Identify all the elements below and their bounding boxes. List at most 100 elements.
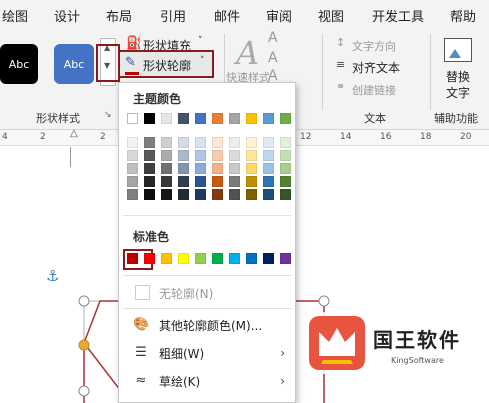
shape-style-blue[interactable]: Abc — [54, 44, 94, 84]
theme-shade-swatch[interactable] — [229, 137, 240, 148]
theme-shade-swatch[interactable] — [263, 150, 274, 161]
theme-shade-swatch[interactable] — [178, 163, 189, 174]
theme-shade-swatch[interactable] — [263, 137, 274, 148]
create-link-label[interactable]: 创建链接 — [352, 82, 396, 98]
theme-shade-swatch[interactable] — [144, 150, 155, 161]
theme-shade-swatch[interactable] — [127, 150, 138, 161]
theme-shade-swatch[interactable] — [144, 137, 155, 148]
standard-color-swatch[interactable] — [195, 253, 206, 264]
text-outline-icon[interactable]: A — [268, 50, 278, 66]
theme-color-swatch[interactable] — [178, 113, 189, 124]
text-fill-icon[interactable]: A — [268, 30, 278, 46]
theme-shade-swatch[interactable] — [127, 163, 138, 174]
theme-shade-swatch[interactable] — [144, 189, 155, 200]
standard-color-swatch[interactable] — [127, 253, 138, 264]
theme-shade-swatch[interactable] — [161, 137, 172, 148]
weight-item[interactable]: ☰ 粗细(W) › — [119, 339, 295, 367]
theme-shade-swatch[interactable] — [178, 176, 189, 187]
no-outline-item[interactable]: 无轮廓(N) — [119, 279, 295, 307]
theme-color-swatch[interactable] — [229, 113, 240, 124]
theme-shade-swatch[interactable] — [178, 137, 189, 148]
standard-color-swatch[interactable] — [280, 253, 291, 264]
standard-color-swatch[interactable] — [178, 253, 189, 264]
tab-review[interactable]: 审阅 — [266, 6, 292, 25]
theme-shade-swatch[interactable] — [280, 163, 291, 174]
tab-layout[interactable]: 布局 — [106, 6, 132, 25]
tab-developer[interactable]: 开发工具 — [372, 6, 424, 25]
theme-shade-swatch[interactable] — [280, 176, 291, 187]
theme-shade-swatch[interactable] — [212, 176, 223, 187]
theme-color-swatch[interactable] — [144, 113, 155, 124]
theme-shade-swatch[interactable] — [161, 176, 172, 187]
align-text-label[interactable]: 对齐文本 — [352, 59, 400, 76]
text-direction-label[interactable]: 文字方向 — [352, 38, 396, 54]
theme-shade-swatch[interactable] — [280, 189, 291, 200]
theme-shade-swatch[interactable] — [127, 176, 138, 187]
theme-shade-swatch[interactable] — [178, 189, 189, 200]
theme-shade-swatch[interactable] — [195, 137, 206, 148]
alt-text-icon[interactable] — [444, 38, 472, 62]
theme-color-swatch[interactable] — [161, 113, 172, 124]
tab-draw[interactable]: 绘图 — [2, 6, 28, 25]
theme-shade-swatch[interactable] — [144, 163, 155, 174]
theme-shade-swatch[interactable] — [195, 163, 206, 174]
theme-shade-swatch[interactable] — [195, 150, 206, 161]
theme-shade-swatch[interactable] — [144, 176, 155, 187]
theme-shade-swatch[interactable] — [212, 163, 223, 174]
wordart-icon[interactable]: A — [236, 34, 259, 72]
theme-shade-swatch[interactable] — [229, 189, 240, 200]
theme-shade-swatch[interactable] — [263, 189, 274, 200]
theme-shade-swatch[interactable] — [212, 189, 223, 200]
theme-shade-swatch[interactable] — [161, 163, 172, 174]
theme-color-swatch[interactable] — [127, 113, 138, 124]
tab-design[interactable]: 设计 — [54, 6, 80, 25]
standard-color-swatch[interactable] — [161, 253, 172, 264]
theme-color-swatch[interactable] — [212, 113, 223, 124]
more-colors-item[interactable]: 🎨 其他轮廓颜色(M)... — [119, 311, 295, 339]
tab-references[interactable]: 引用 — [160, 6, 186, 25]
tab-mailings[interactable]: 邮件 — [214, 6, 240, 25]
theme-shade-swatch[interactable] — [229, 176, 240, 187]
shape-style-black[interactable]: Abc — [0, 44, 38, 84]
theme-shade-swatch[interactable] — [246, 189, 257, 200]
align-text-icon: ≡ — [336, 58, 346, 71]
theme-shade-swatch[interactable] — [246, 163, 257, 174]
tab-view[interactable]: 视图 — [318, 6, 344, 25]
theme-shade-swatch[interactable] — [229, 163, 240, 174]
tab-help[interactable]: 帮助 — [450, 6, 476, 25]
replace-text-label-1[interactable]: 替换 — [446, 68, 470, 85]
shape-outline-button[interactable]: ✎ 形状轮廓 ˅ — [118, 50, 214, 78]
theme-color-swatch[interactable] — [195, 113, 206, 124]
dialog-launcher-icon[interactable]: ↘ — [104, 110, 112, 120]
theme-shade-swatch[interactable] — [280, 137, 291, 148]
theme-shade-swatch[interactable] — [212, 137, 223, 148]
theme-color-swatch[interactable] — [246, 113, 257, 124]
theme-shade-swatch[interactable] — [229, 150, 240, 161]
theme-shade-swatch[interactable] — [178, 150, 189, 161]
indent-marker-icon[interactable]: △ — [70, 128, 78, 139]
theme-shade-swatch[interactable] — [127, 137, 138, 148]
sketched-item[interactable]: ≈ 草绘(K) › — [119, 367, 295, 395]
theme-color-swatch[interactable] — [263, 113, 274, 124]
standard-color-swatch[interactable] — [144, 253, 155, 264]
theme-shade-swatch[interactable] — [127, 189, 138, 200]
palette-icon: 🎨 — [133, 317, 150, 332]
theme-shade-swatch[interactable] — [161, 189, 172, 200]
theme-color-swatch[interactable] — [280, 113, 291, 124]
standard-color-swatch[interactable] — [212, 253, 223, 264]
standard-color-swatch[interactable] — [246, 253, 257, 264]
theme-shade-swatch[interactable] — [195, 176, 206, 187]
standard-color-swatch[interactable] — [263, 253, 274, 264]
theme-shade-swatch[interactable] — [246, 150, 257, 161]
theme-shade-swatch[interactable] — [280, 150, 291, 161]
theme-shade-swatch[interactable] — [246, 176, 257, 187]
theme-shade-swatch[interactable] — [212, 150, 223, 161]
theme-shade-swatch[interactable] — [263, 176, 274, 187]
shape-styles-group-label: 形状样式 — [36, 112, 80, 125]
theme-shade-swatch[interactable] — [246, 137, 257, 148]
standard-color-swatch[interactable] — [229, 253, 240, 264]
replace-text-label-2[interactable]: 文字 — [446, 84, 470, 101]
theme-shade-swatch[interactable] — [195, 189, 206, 200]
theme-shade-swatch[interactable] — [161, 150, 172, 161]
theme-shade-swatch[interactable] — [263, 163, 274, 174]
